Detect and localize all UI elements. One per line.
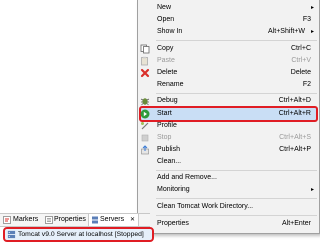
properties-icon xyxy=(45,216,53,224)
menu-label-delete: Delete xyxy=(157,69,178,76)
menu-label-clean-work-dir: Clean Tomcat Work Directory... xyxy=(157,203,254,210)
menu-item-stop[interactable]: Stop Ctrl+Alt+S xyxy=(138,132,319,144)
menu-separator xyxy=(156,215,317,216)
menu-item-clean-work-dir[interactable]: Clean Tomcat Work Directory... xyxy=(138,201,319,213)
menu-label-profile: Profile xyxy=(157,122,177,129)
menu-item-properties[interactable]: Properties Alt+Enter xyxy=(138,218,319,230)
menu-label-open: Open xyxy=(157,16,175,23)
menu-label-clean: Clean... xyxy=(157,158,182,165)
profile-icon xyxy=(141,122,149,130)
shortcut-stop: Ctrl+Alt+S xyxy=(279,134,311,141)
context-menu: New ▸ Open F3 Show In Alt+Shift+W ▸ Copy… xyxy=(137,0,320,234)
menu-item-profile[interactable]: Profile xyxy=(138,120,319,132)
menu-label-monitoring: Monitoring xyxy=(157,186,190,193)
menu-item-start[interactable]: Start Ctrl+Alt+R xyxy=(138,108,319,120)
menu-item-monitoring[interactable]: Monitoring ▸ xyxy=(138,184,319,196)
menu-item-publish[interactable]: Publish Ctrl+Alt+P xyxy=(138,144,319,156)
menu-label-start: Start xyxy=(157,110,172,117)
publish-icon xyxy=(141,145,149,155)
menu-item-delete[interactable]: Delete Delete xyxy=(138,67,319,79)
server-row[interactable]: Tomcat v9.0 Server at localhost [Stopped… xyxy=(3,227,154,242)
shortcut-publish: Ctrl+Alt+P xyxy=(279,146,311,153)
delete-icon xyxy=(140,68,150,78)
shortcut-show-in: Alt+Shift+W xyxy=(268,28,305,35)
submenu-arrow-icon: ▸ xyxy=(310,187,314,193)
tab-markers[interactable]: Markers xyxy=(2,214,46,226)
menu-separator xyxy=(156,198,317,199)
workspace-background xyxy=(0,0,140,243)
debug-icon xyxy=(140,98,150,106)
markers-icon xyxy=(3,216,11,224)
shortcut-copy: Ctrl+C xyxy=(290,45,311,52)
menu-label-stop: Stop xyxy=(157,134,172,141)
menu-label-show-in: Show In xyxy=(157,28,183,35)
paste-icon xyxy=(141,56,148,66)
menu-separator xyxy=(156,40,317,41)
menu-separator xyxy=(156,170,317,171)
tab-properties[interactable]: Properties xyxy=(44,214,90,226)
stop-icon xyxy=(141,134,149,142)
shortcut-delete: Delete xyxy=(290,69,311,76)
menu-label-publish: Publish xyxy=(157,146,180,153)
menu-label-rename: Rename xyxy=(157,81,184,88)
menu-item-paste[interactable]: Paste Ctrl+V xyxy=(138,55,319,67)
menu-label-paste: Paste xyxy=(157,57,175,64)
shortcut-rename: F2 xyxy=(302,81,311,88)
menu-label-add-remove: Add and Remove... xyxy=(157,174,217,181)
start-icon xyxy=(140,109,150,119)
tab-servers[interactable]: Servers ✕ xyxy=(88,214,139,226)
tomcat-server-icon xyxy=(7,230,16,239)
submenu-arrow-icon: ▸ xyxy=(310,5,314,11)
shortcut-start: Ctrl+Alt+R xyxy=(278,110,311,117)
menu-label-copy: Copy xyxy=(157,45,174,52)
servers-icon xyxy=(92,216,98,224)
shortcut-properties: Alt+Enter xyxy=(282,220,311,227)
tab-label-properties: Properties xyxy=(54,216,86,223)
tab-label-servers: Servers xyxy=(100,216,125,223)
submenu-arrow-icon: ▸ xyxy=(310,29,314,35)
shortcut-paste: Ctrl+V xyxy=(291,57,311,64)
views-tab-bar: Markers Properties Servers ✕ xyxy=(0,213,150,227)
menu-label-new: New xyxy=(157,4,172,11)
menu-item-add-remove[interactable]: Add and Remove... xyxy=(138,172,319,184)
menu-separator xyxy=(156,93,317,94)
menu-item-rename[interactable]: Rename F2 xyxy=(138,79,319,91)
menu-item-copy[interactable]: Copy Ctrl+C xyxy=(138,43,319,55)
menu-item-new[interactable]: New ▸ xyxy=(138,2,319,14)
menu-item-show-in[interactable]: Show In Alt+Shift+W ▸ xyxy=(138,26,319,38)
menu-item-clean[interactable]: Clean... xyxy=(138,156,319,168)
copy-icon xyxy=(140,44,150,54)
server-row-label: Tomcat v9.0 Server at localhost [Stopped… xyxy=(18,231,144,238)
close-icon[interactable]: ✕ xyxy=(130,214,135,226)
shortcut-open: F3 xyxy=(302,16,311,23)
menu-item-open[interactable]: Open F3 xyxy=(138,14,319,26)
tab-label-markers: Markers xyxy=(13,216,39,223)
menu-label-properties: Properties xyxy=(157,220,189,227)
